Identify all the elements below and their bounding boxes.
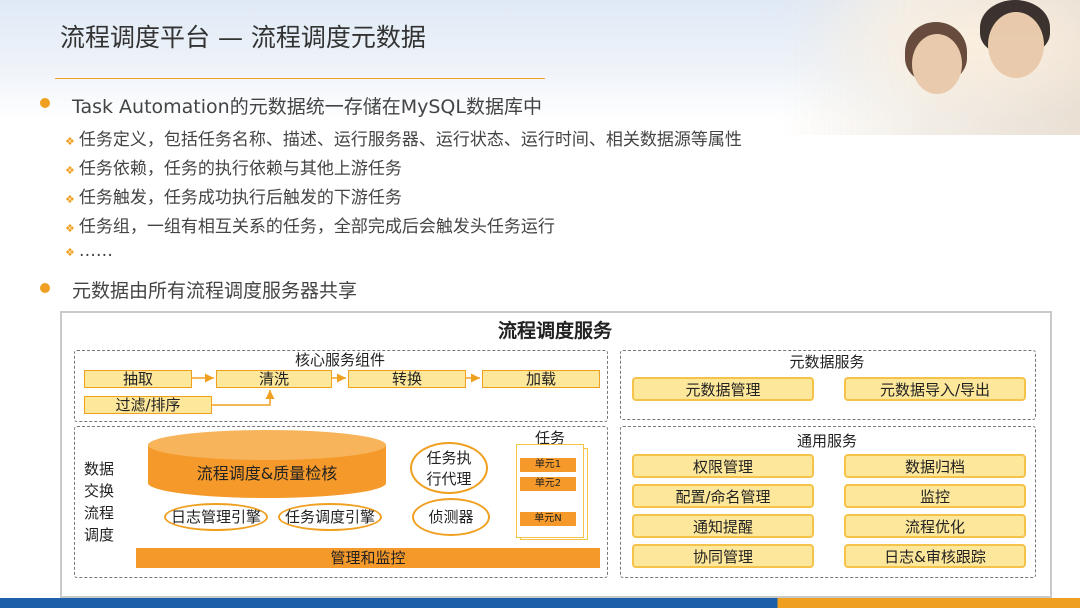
general-service-item: 通知提醒 bbox=[632, 514, 814, 538]
step-filter-sort: 过滤/排序 bbox=[84, 396, 212, 414]
general-services-title: 通用服务 bbox=[796, 432, 857, 450]
metadata-management: 元数据管理 bbox=[632, 377, 814, 401]
general-service-item: 数据归档 bbox=[844, 454, 1026, 478]
step-transform: 转换 bbox=[348, 370, 466, 388]
task-unit-1: 单元1 bbox=[520, 458, 576, 472]
task-unit-2: 单元2 bbox=[520, 477, 576, 491]
general-service-item: 协同管理 bbox=[632, 544, 814, 568]
general-service-item: 日志&审核跟踪 bbox=[844, 544, 1026, 568]
footer-bar bbox=[0, 598, 1080, 608]
cylinder-top bbox=[148, 430, 386, 460]
task-agent: 任务执行代理 bbox=[410, 442, 488, 494]
task-unit-n: 单元N bbox=[520, 512, 576, 526]
general-service-item: 配置/命名管理 bbox=[632, 484, 814, 508]
log-engine: 日志管理引擎 bbox=[164, 503, 268, 531]
cylinder-label: 流程调度&质量检核 bbox=[196, 464, 338, 483]
management-monitoring-bar: 管理和监控 bbox=[136, 548, 600, 568]
detector: 侦测器 bbox=[412, 498, 490, 536]
exchange-label: 数据交换流程调度 bbox=[84, 460, 115, 544]
general-service-item: 流程优化 bbox=[844, 514, 1026, 538]
step-load: 加载 bbox=[482, 370, 600, 388]
general-service-item: 监控 bbox=[844, 484, 1026, 508]
step-extract: 抽取 bbox=[84, 370, 192, 388]
general-service-item: 权限管理 bbox=[632, 454, 814, 478]
step-clean: 清洗 bbox=[216, 370, 332, 388]
schedule-engine: 任务调度引擎 bbox=[278, 503, 382, 531]
metadata-import-export: 元数据导入/导出 bbox=[844, 377, 1026, 401]
metadata-services-title: 元数据服务 bbox=[789, 353, 865, 371]
